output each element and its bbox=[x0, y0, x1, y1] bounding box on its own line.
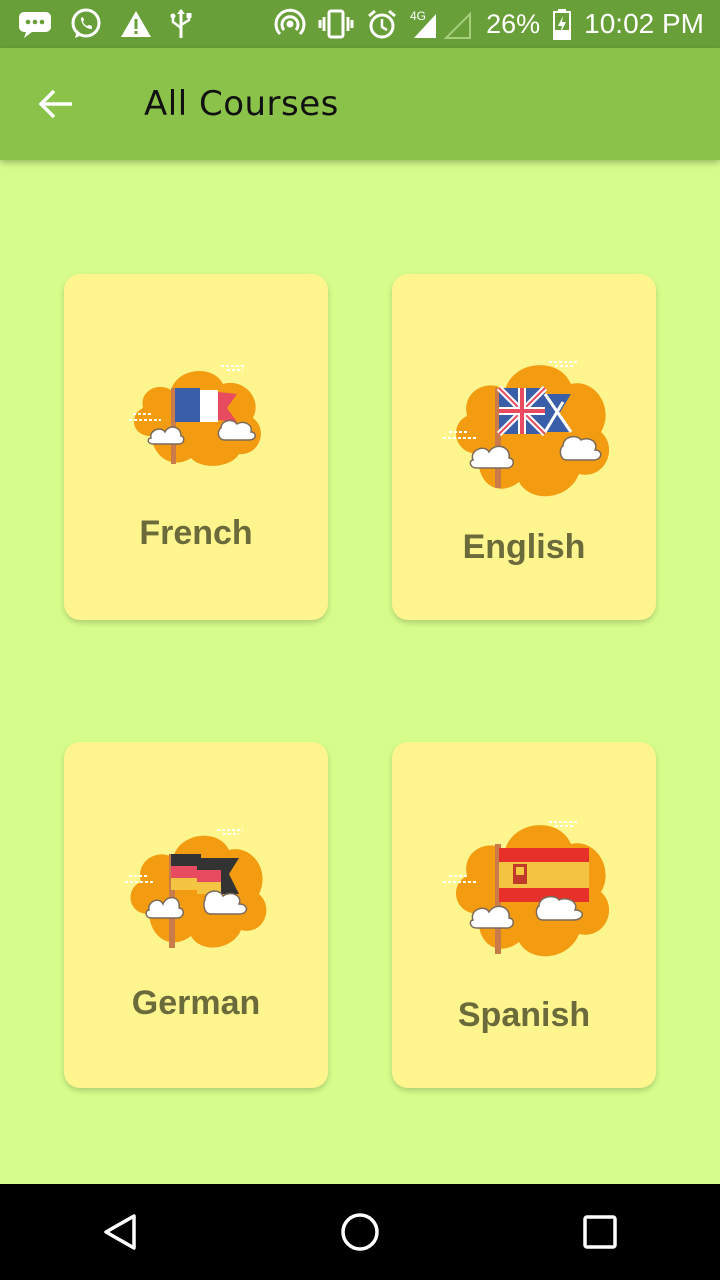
battery-icon bbox=[552, 8, 572, 40]
usb-icon bbox=[170, 8, 192, 40]
warning-icon bbox=[120, 10, 152, 38]
hotspot-icon bbox=[274, 8, 306, 40]
nav-recents-button[interactable] bbox=[552, 1184, 648, 1280]
clock: 10:02 PM bbox=[584, 8, 704, 39]
course-card-german[interactable]: German bbox=[64, 742, 328, 1088]
course-card-english[interactable]: English bbox=[392, 274, 656, 620]
status-left bbox=[18, 8, 192, 40]
vibrate-icon bbox=[318, 8, 354, 40]
alarm-icon bbox=[366, 8, 398, 40]
arrow-back-icon bbox=[38, 89, 72, 119]
home-icon bbox=[341, 1213, 379, 1251]
page-title: All Courses bbox=[144, 84, 339, 124]
german-flag-icon bbox=[125, 829, 267, 948]
course-card-spanish[interactable]: Spanish bbox=[392, 742, 656, 1088]
course-label: Spanish bbox=[457, 996, 591, 1034]
recents-icon bbox=[583, 1215, 617, 1249]
course-card-french[interactable]: French bbox=[64, 274, 328, 620]
status-bar: 4G 26% 10:02 PM bbox=[0, 0, 720, 48]
nav-home-button[interactable] bbox=[312, 1184, 408, 1280]
french-flag-icon bbox=[129, 365, 261, 466]
network-type: 4G bbox=[410, 9, 426, 23]
app-bar: All Courses bbox=[0, 48, 720, 160]
battery-percent: 26% bbox=[486, 8, 541, 39]
back-button[interactable] bbox=[0, 48, 112, 160]
spanish-flag-icon bbox=[443, 821, 609, 957]
back-icon bbox=[104, 1214, 136, 1250]
english-flag-icon bbox=[443, 361, 609, 497]
whatsapp-icon bbox=[70, 8, 102, 40]
status-right: 4G 26% 10:02 PM bbox=[274, 8, 704, 40]
course-label: German bbox=[131, 984, 261, 1022]
system-nav-bar bbox=[0, 1184, 720, 1280]
nav-back-button[interactable] bbox=[72, 1184, 168, 1280]
course-label: English bbox=[462, 528, 586, 566]
message-icon bbox=[18, 10, 52, 38]
course-label: French bbox=[139, 514, 253, 552]
signal-icon: 4G bbox=[410, 8, 474, 40]
